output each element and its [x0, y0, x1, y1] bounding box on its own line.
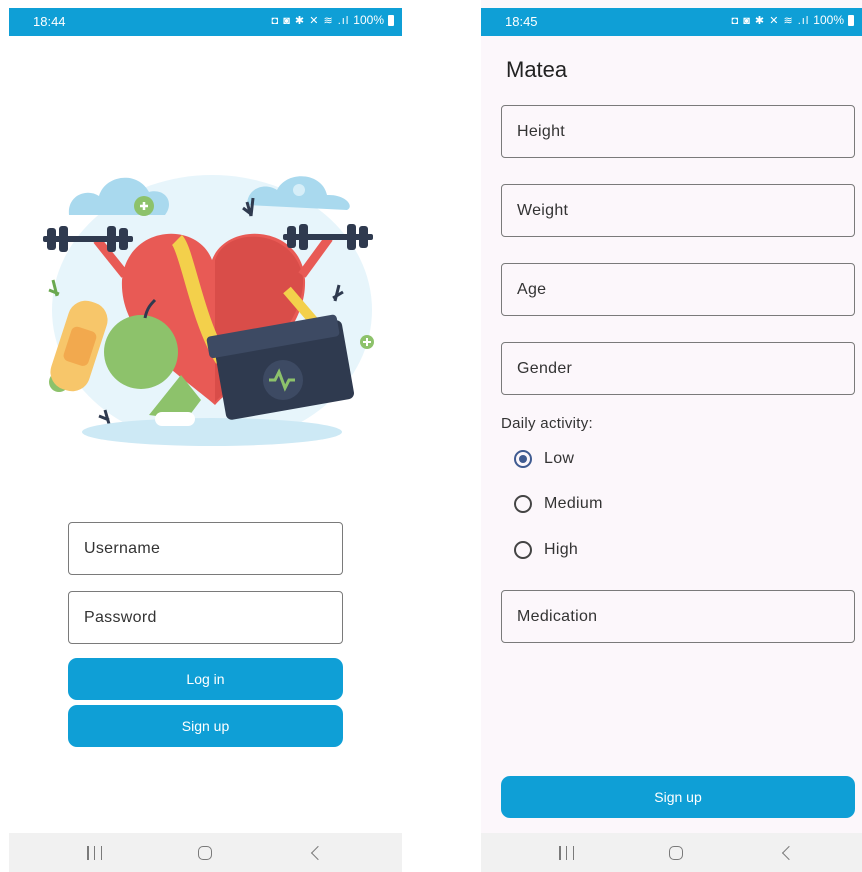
notification-icons: ◘ ◙ ✱ ✕ ≋ .ıl	[271, 14, 350, 27]
medication-input[interactable]: Medication	[501, 590, 855, 643]
back-icon[interactable]	[310, 845, 326, 861]
activity-option-medium[interactable]: Medium	[514, 492, 603, 516]
gender-input[interactable]: Gender	[501, 342, 855, 395]
recents-icon[interactable]	[559, 846, 574, 860]
notification-icons: ◘ ◙ ✱ ✕ ≋ .ıl	[731, 14, 810, 27]
battery-percent: 100%	[353, 13, 384, 27]
battery-icon	[388, 14, 394, 26]
status-bar: 18:44 ◘ ◙ ✱ ✕ ≋ .ıl 100%	[9, 8, 402, 36]
signup-button[interactable]: Sign up	[501, 776, 855, 818]
signup-button[interactable]: Sign up	[68, 705, 343, 747]
radio-selected-icon[interactable]	[514, 450, 532, 468]
status-icons: ◘ ◙ ✱ ✕ ≋ .ıl 100%	[272, 13, 394, 27]
activity-option-label: High	[544, 541, 579, 558]
status-time: 18:44	[33, 14, 66, 29]
password-input[interactable]: Password	[68, 591, 343, 644]
activity-option-label: Medium	[544, 495, 603, 512]
activity-option-low[interactable]: Low	[514, 447, 574, 471]
back-icon[interactable]	[781, 845, 797, 861]
age-input[interactable]: Age	[501, 263, 855, 316]
weight-input[interactable]: Weight	[501, 184, 855, 237]
radio-unselected-icon[interactable]	[514, 495, 532, 513]
battery-percent: 100%	[813, 13, 844, 27]
medication-placeholder: Medication	[517, 607, 598, 625]
username-input[interactable]: Username	[68, 522, 343, 575]
fitness-heart-illustration	[43, 175, 374, 446]
status-icons: ◘ ◙ ✱ ✕ ≋ .ıl 100%	[732, 13, 854, 27]
navigation-bar	[481, 833, 862, 872]
battery-icon	[848, 14, 854, 26]
gender-placeholder: Gender	[517, 359, 573, 377]
daily-activity-label: Daily activity:	[501, 415, 594, 432]
home-icon[interactable]	[669, 846, 683, 860]
activity-option-high[interactable]: High	[514, 538, 578, 562]
weight-placeholder: Weight	[517, 201, 569, 219]
height-input[interactable]: Height	[501, 105, 855, 158]
navigation-bar	[9, 833, 402, 872]
profile-signup-screen: 18:45 ◘ ◙ ✱ ✕ ≋ .ıl 100% Matea Height We…	[481, 0, 862, 872]
page-title: Matea	[506, 57, 568, 82]
recents-icon[interactable]	[87, 846, 102, 860]
login-button[interactable]: Log in	[68, 658, 343, 700]
status-bar: 18:45 ◘ ◙ ✱ ✕ ≋ .ıl 100%	[481, 8, 862, 36]
radio-unselected-icon[interactable]	[514, 541, 532, 559]
password-placeholder: Password	[84, 608, 157, 626]
home-icon[interactable]	[198, 846, 212, 860]
age-placeholder: Age	[517, 280, 547, 298]
height-placeholder: Height	[517, 122, 566, 140]
status-time: 18:45	[505, 14, 538, 29]
login-screen: 18:44 ◘ ◙ ✱ ✕ ≋ .ıl 100% Username Passwo…	[9, 0, 402, 872]
activity-option-label: Low	[544, 450, 575, 467]
username-placeholder: Username	[84, 539, 161, 557]
